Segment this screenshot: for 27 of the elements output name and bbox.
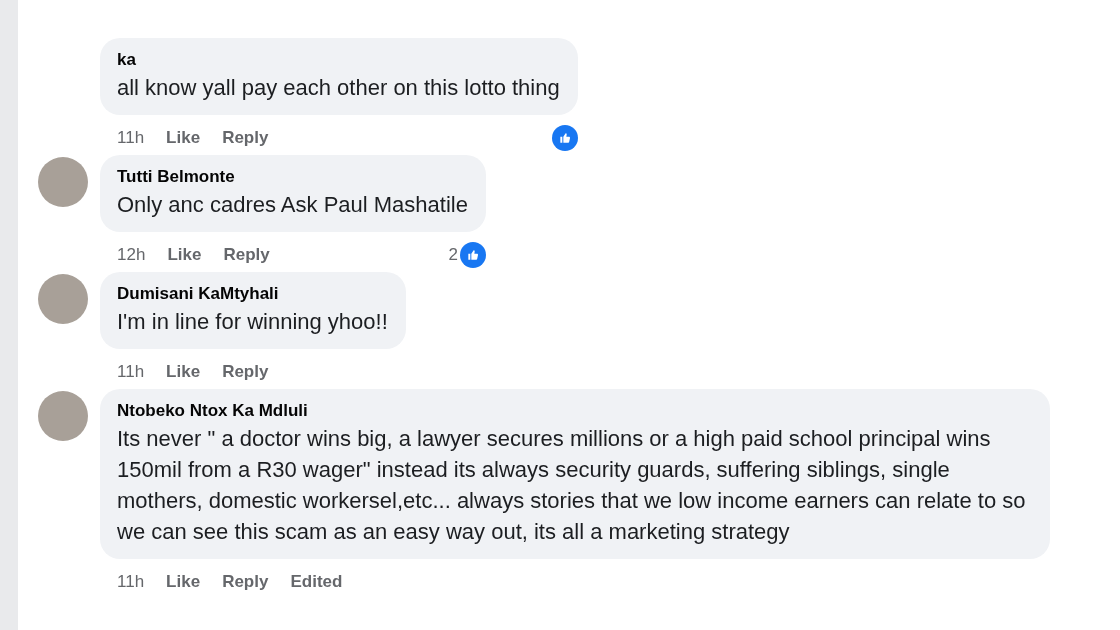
action-link[interactable]: Like — [167, 245, 202, 265]
reaction-count: 2 — [448, 245, 458, 265]
comment-text: I'm in line for winning yhoo!! — [117, 308, 388, 336]
author-name[interactable]: ka — [117, 50, 560, 70]
action-link[interactable]: Reply — [222, 362, 269, 382]
timestamp[interactable]: 12h — [117, 245, 146, 265]
action-link[interactable]: Reply — [222, 128, 269, 148]
author-name[interactable]: Ntobeko Ntox Ka Mdluli — [117, 401, 1032, 421]
edited-label: Edited — [290, 572, 343, 592]
comment-text: Its never " a doctor wins big, a lawyer secures millions or a high paid school principal wins 150mil from a R30 wager" instead its always security guards, suffering siblings, single mothers, domestic workersel,etc... always stories that we low income earners can relate to so we can see this scam as an easy way out, its all a marketing strategy — [117, 425, 1027, 546]
action-link[interactable]: Like — [166, 128, 201, 148]
author-name[interactable]: Dumisani KaMtyhali — [117, 284, 388, 304]
avatar[interactable] — [38, 391, 88, 441]
comment-text: all know yall pay each other on this lotto thing — [117, 74, 560, 102]
timestamp[interactable]: 11h — [117, 362, 145, 382]
thumbs-up-icon[interactable] — [551, 125, 578, 151]
timestamp[interactable]: 11h — [117, 572, 145, 592]
thumbs-up-icon[interactable] — [459, 242, 486, 268]
comment-text: Only anc cadres Ask Paul Mashatile — [117, 191, 468, 219]
action-link[interactable]: Like — [166, 362, 201, 382]
avatar[interactable] — [38, 274, 88, 324]
avatar[interactable] — [38, 157, 88, 207]
action-link[interactable]: Reply — [223, 245, 270, 265]
action-link[interactable]: Like — [166, 572, 201, 592]
action-link[interactable]: Reply — [222, 572, 269, 592]
timestamp[interactable]: 11h — [117, 128, 145, 148]
author-name[interactable]: Tutti Belmonte — [117, 167, 468, 187]
